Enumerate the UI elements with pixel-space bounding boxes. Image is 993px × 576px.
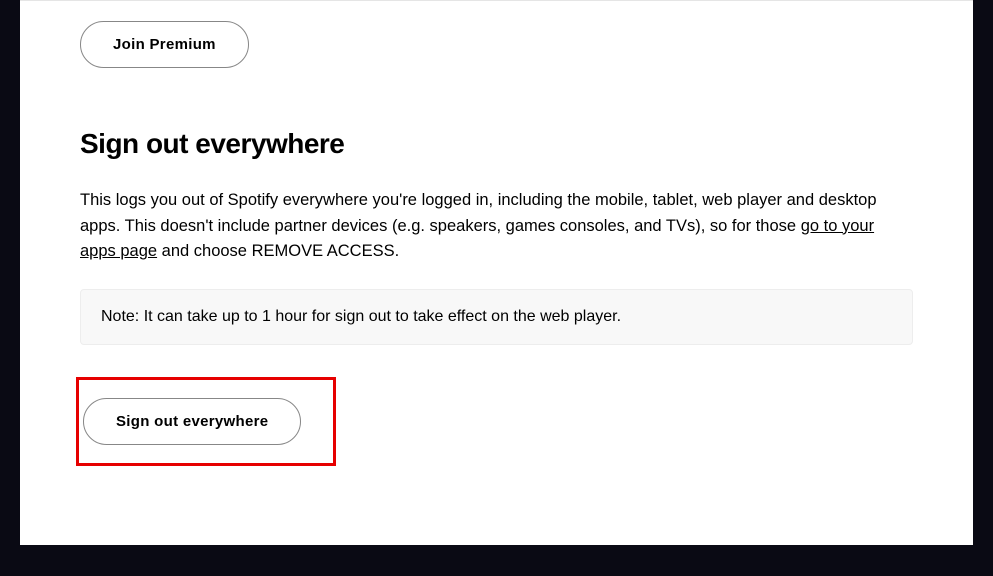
sign-out-everywhere-button[interactable]: Sign out everywhere	[83, 398, 301, 445]
join-premium-button[interactable]: Join Premium	[80, 21, 249, 68]
description-text-1: This logs you out of Spotify everywhere …	[80, 191, 877, 235]
sign-out-heading: Sign out everywhere	[80, 128, 913, 160]
sign-out-description: This logs you out of Spotify everywhere …	[80, 188, 913, 265]
highlight-annotation: Sign out everywhere	[76, 377, 336, 466]
description-text-2: and choose REMOVE ACCESS.	[157, 242, 399, 260]
settings-page: Join Premium Sign out everywhere This lo…	[20, 0, 973, 545]
sign-out-note: Note: It can take up to 1 hour for sign …	[80, 289, 913, 345]
